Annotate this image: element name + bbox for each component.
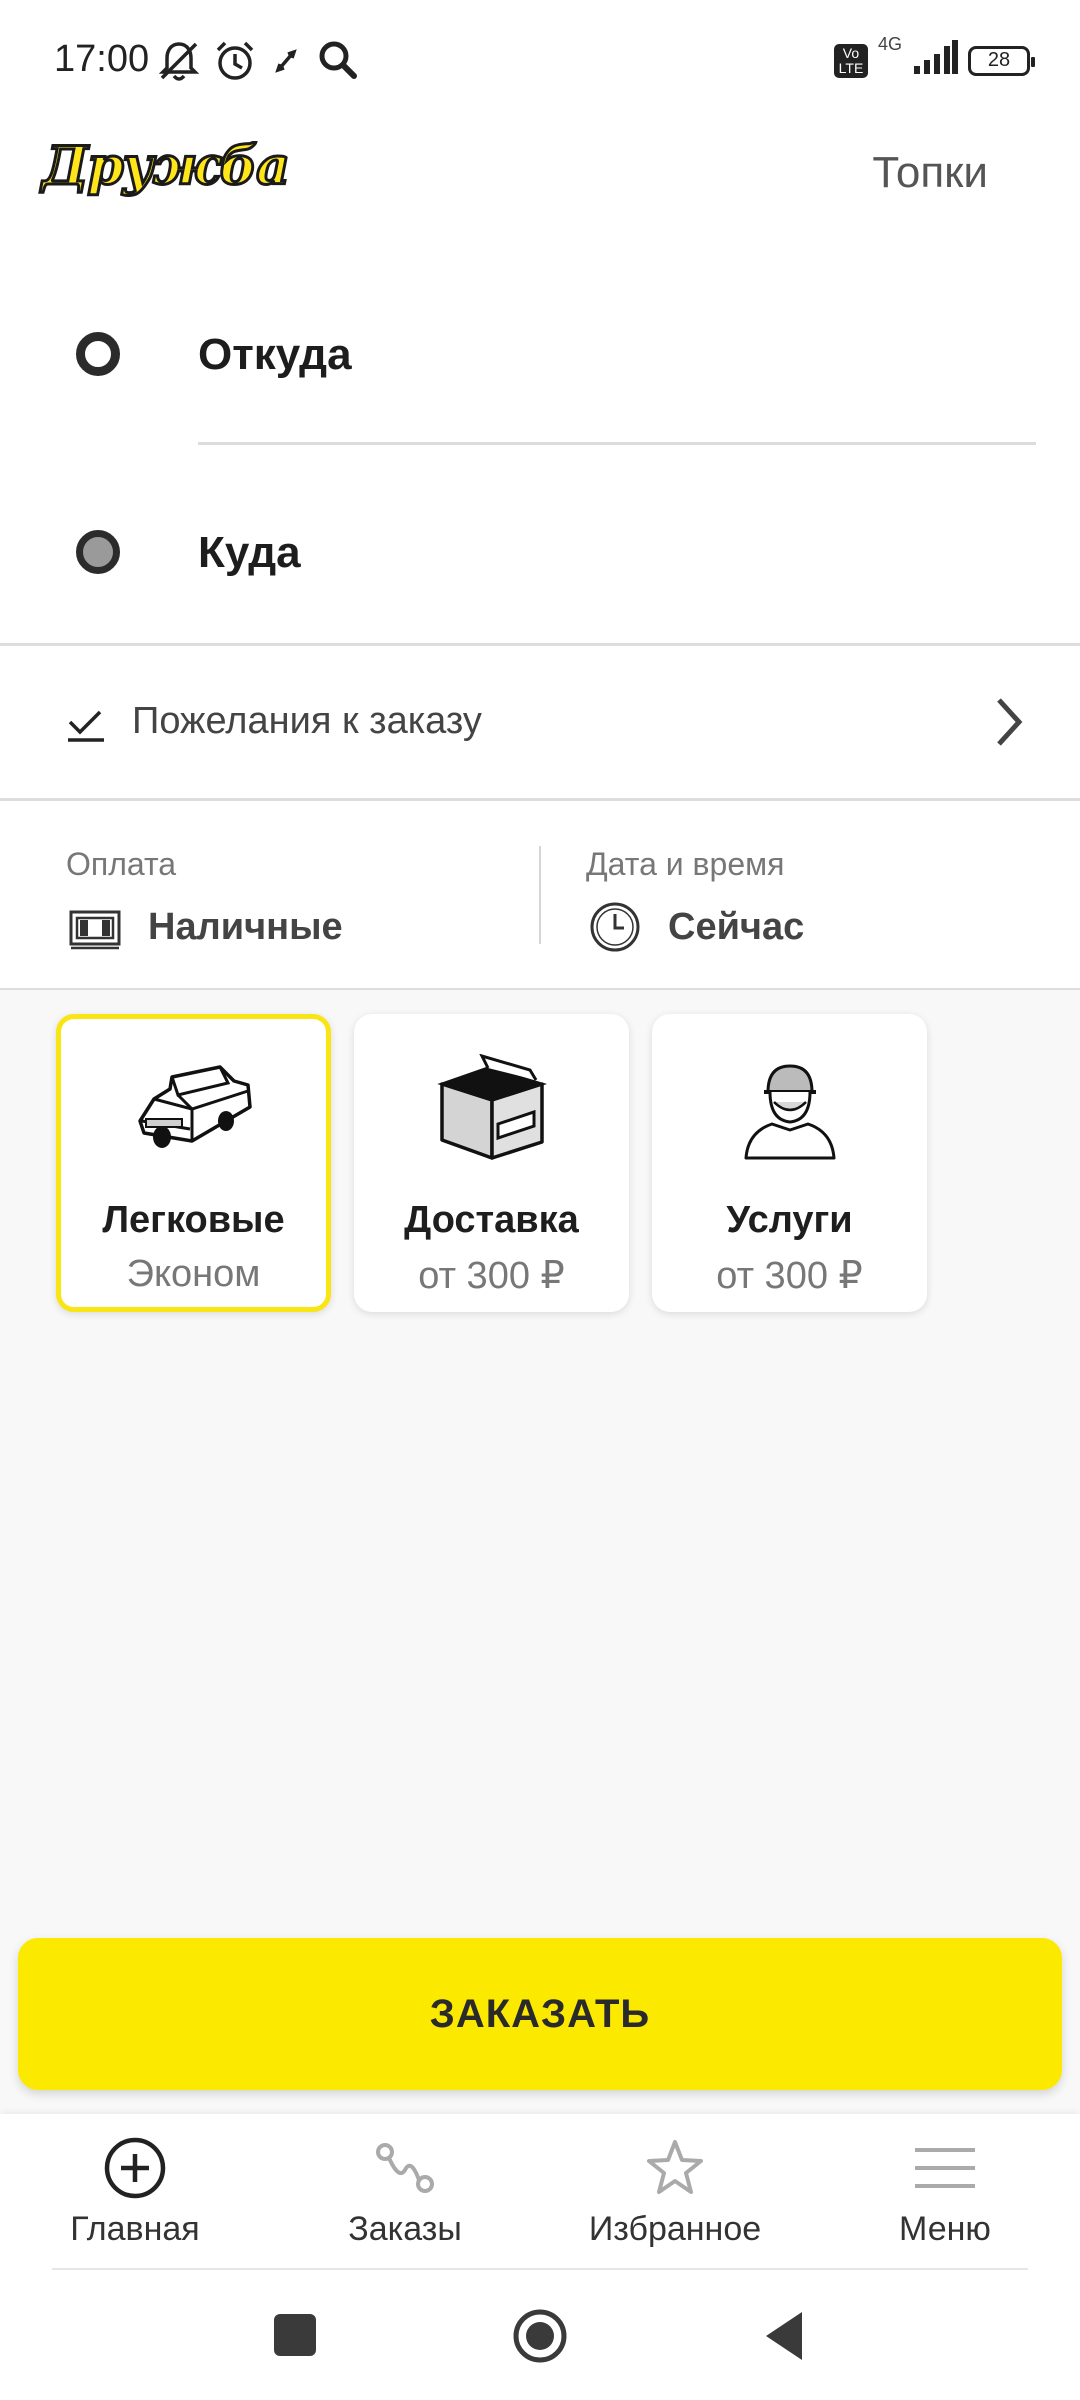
route-icon bbox=[373, 2136, 437, 2205]
datetime-value: Сейчас bbox=[668, 906, 805, 948]
route-divider bbox=[198, 442, 1036, 445]
tariff-subtitle: от 300 ₽ bbox=[418, 1255, 565, 1297]
nav-label: Заказы bbox=[348, 2210, 462, 2248]
nav-label: Главная bbox=[70, 2210, 200, 2248]
city-selector[interactable]: Топки bbox=[872, 148, 988, 198]
bottom-nav: Главная Заказы Избранное Меню bbox=[0, 2114, 1080, 2270]
datetime-label: Дата и время bbox=[586, 846, 785, 882]
from-label: Откуда bbox=[198, 330, 352, 379]
back-button[interactable] bbox=[762, 2310, 806, 2367]
system-nav bbox=[0, 2270, 1080, 2400]
route-to-field[interactable]: Куда bbox=[0, 494, 1080, 614]
clock-icon bbox=[588, 900, 642, 959]
chevron-right-icon bbox=[994, 696, 1024, 753]
bell-off-icon bbox=[156, 38, 202, 89]
order-wishes-label: Пожелания к заказу bbox=[132, 700, 482, 742]
route-from-field[interactable]: Откуда bbox=[0, 296, 1080, 416]
tariff-card-cars[interactable]: Легковые Эконом bbox=[56, 1014, 331, 1312]
plus-circle-icon bbox=[103, 2136, 167, 2205]
network-type: 4G bbox=[877, 34, 902, 54]
payment-label: Оплата bbox=[66, 846, 177, 882]
nav-item-favorites[interactable]: Избранное bbox=[540, 2114, 810, 2270]
nav-item-home[interactable]: Главная bbox=[0, 2114, 270, 2270]
search-icon bbox=[316, 38, 360, 87]
recent-apps-button[interactable] bbox=[274, 2314, 316, 2356]
tariff-card-services[interactable]: Услуги от 300 ₽ bbox=[652, 1014, 927, 1312]
tariff-title: Доставка bbox=[404, 1199, 579, 1241]
order-button[interactable]: ЗАКАЗАТЬ bbox=[18, 1938, 1062, 2090]
tariff-subtitle: Эконом bbox=[126, 1253, 261, 1295]
status-right: Vo LTE 4G 28 bbox=[833, 34, 1035, 81]
nav-item-orders[interactable]: Заказы bbox=[270, 2114, 540, 2270]
payment-datetime-divider bbox=[539, 846, 541, 944]
order-wishes-row[interactable]: Пожелания к заказу bbox=[0, 646, 1080, 800]
nav-item-menu[interactable]: Меню bbox=[810, 2114, 1080, 2270]
tariff-title: Услуги bbox=[726, 1199, 853, 1241]
worker-icon bbox=[742, 1058, 838, 1167]
battery-icon: 28 bbox=[968, 45, 1035, 76]
box-icon bbox=[436, 1053, 548, 1167]
nav-label: Меню bbox=[899, 2210, 991, 2248]
volte-icon: Vo LTE bbox=[833, 43, 868, 78]
to-label: Куда bbox=[198, 528, 301, 577]
nav-label: Избранное bbox=[588, 2210, 762, 2248]
star-icon bbox=[643, 2136, 707, 2205]
app-logo: Дружба bbox=[41, 135, 292, 199]
payment-value: Наличные bbox=[148, 906, 343, 948]
car-icon bbox=[132, 1059, 256, 1164]
cash-icon bbox=[68, 906, 122, 955]
home-button[interactable] bbox=[512, 2308, 568, 2369]
tariff-title: Легковые bbox=[102, 1199, 285, 1241]
menu-icon bbox=[913, 2136, 977, 2205]
sync-icon bbox=[270, 44, 304, 83]
from-point-icon bbox=[76, 332, 120, 376]
status-bar: 17:00 Vo LTE 4G 28 bbox=[0, 0, 1080, 120]
alarm-icon bbox=[212, 38, 258, 89]
to-point-icon bbox=[76, 530, 120, 574]
status-time: 17:00 bbox=[54, 38, 150, 80]
checkmark-icon bbox=[66, 708, 106, 749]
divider bbox=[0, 798, 1080, 801]
tariff-card-delivery[interactable]: Доставка от 300 ₽ bbox=[354, 1014, 629, 1312]
signal-icon bbox=[912, 40, 958, 81]
tariff-subtitle: от 300 ₽ bbox=[716, 1255, 863, 1297]
